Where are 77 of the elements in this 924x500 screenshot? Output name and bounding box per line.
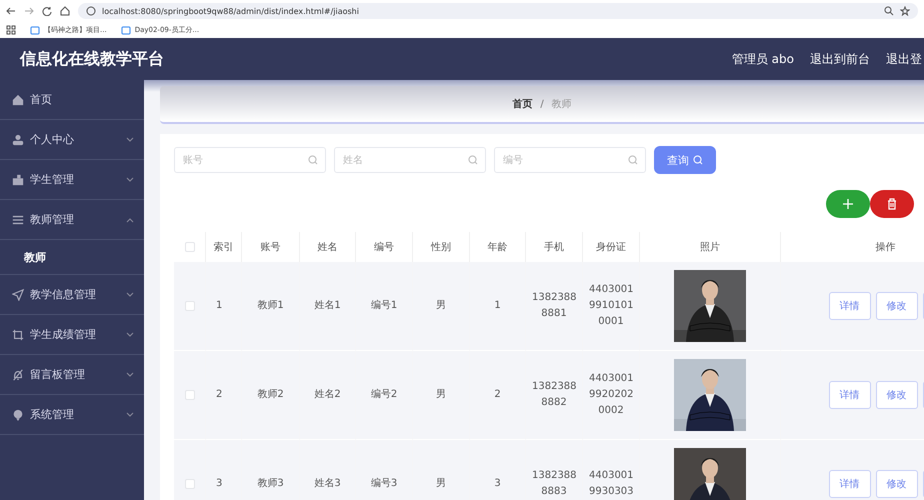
search-field[interactable]: 姓名 — [334, 147, 486, 173]
search-icon — [468, 155, 478, 165]
info-icon[interactable] — [86, 6, 96, 16]
breadcrumb-link[interactable]: 首页 — [512, 97, 532, 111]
table-cell-text: 男 — [436, 477, 446, 491]
chevron-icon — [126, 372, 134, 378]
table-cell-text: 姓名1 — [314, 299, 341, 313]
breadcrumb-separator: / — [540, 98, 544, 110]
table-cell-text: 姓名3 — [314, 477, 341, 491]
table-cell-text: 2 — [216, 388, 222, 402]
action-button[interactable]: 修改 — [876, 292, 918, 320]
briefcase-icon — [12, 174, 24, 186]
action-button[interactable]: 修改 — [876, 470, 918, 498]
search-field[interactable]: 账号 — [174, 147, 326, 173]
send-icon — [12, 288, 24, 300]
table-cell-text: 1382388 8883 — [532, 469, 576, 499]
delete-button[interactable] — [870, 190, 914, 218]
back-icon[interactable] — [6, 6, 16, 16]
table-cell-text: 4403001 9910101 0001 — [589, 283, 633, 329]
star-icon[interactable] — [900, 6, 910, 16]
menu-icon — [12, 214, 24, 226]
checkbox[interactable] — [184, 301, 194, 311]
table-cell-text: 教师1 — [257, 299, 284, 313]
table-cell-text: 男 — [436, 388, 446, 402]
plus-icon — [842, 198, 854, 210]
action-button[interactable]: 详情 — [828, 381, 870, 409]
bell-icon — [12, 368, 24, 380]
chevron-icon — [126, 292, 134, 298]
table-cell-text: 编号1 — [370, 298, 398, 313]
apps-icon[interactable] — [6, 25, 16, 35]
table-cell-text: 1382388 8881 — [532, 291, 576, 321]
action-button[interactable]: 详情 — [828, 292, 870, 320]
add-button[interactable] — [826, 190, 870, 218]
table-cell-text: 1 — [216, 299, 222, 313]
search-field[interactable]: 编号 — [494, 147, 646, 173]
trash-icon — [887, 198, 897, 210]
home-icon[interactable] — [60, 6, 70, 16]
table-cell-text: 男 — [436, 299, 446, 313]
home-icon — [12, 94, 24, 106]
search-icon — [308, 155, 318, 165]
pin-icon — [12, 408, 24, 420]
breadcrumb-current: 教师 — [552, 98, 572, 111]
table-cell-text: 编号2 — [370, 388, 398, 402]
address-bar[interactable]: localhost:8080/springboot9qw88/admin/dist/index.html#/jiaoshi — [78, 3, 918, 19]
checkbox[interactable] — [184, 479, 194, 489]
table-cell-text: 姓名2 — [314, 388, 341, 402]
tv-icon — [30, 25, 40, 35]
app-title: 信息化在线教学平台 — [20, 48, 165, 70]
header-link[interactable]: 退出到前台 — [810, 50, 870, 68]
checkbox[interactable] — [184, 242, 194, 252]
table-cell-text: 1382388 8882 — [532, 380, 576, 410]
user-icon — [12, 134, 24, 146]
chevron-icon — [126, 136, 134, 142]
tv-icon — [120, 25, 131, 35]
table-cell-text: 3 — [494, 477, 501, 491]
table-cell-text: 教师3 — [257, 477, 284, 491]
action-button[interactable]: 修改 — [876, 381, 918, 409]
reload-icon[interactable] — [42, 6, 52, 16]
header-link[interactable]: 退出登 — [886, 50, 922, 68]
table-cell-text: 3 — [216, 477, 222, 491]
table-cell-text: 编号3 — [370, 476, 398, 491]
search-icon — [693, 155, 703, 165]
table-cell-text: 4403001 9920202 0002 — [589, 372, 633, 418]
chevron-icon — [126, 332, 134, 338]
action-button[interactable]: 详情 — [828, 470, 870, 498]
table-cell-text: 4403001 9930303 — [589, 469, 633, 499]
table-cell-text: 2 — [494, 388, 501, 402]
table-cell-text: 1 — [494, 299, 501, 313]
chevron-icon — [126, 216, 134, 222]
chevron-icon — [126, 176, 134, 182]
chevron-icon — [126, 412, 134, 418]
table-cell-text: 教师2 — [257, 388, 284, 402]
search-icon — [628, 155, 638, 165]
header-link[interactable]: 管理员 abo — [732, 50, 794, 68]
checkbox[interactable] — [184, 390, 194, 400]
crop-icon — [12, 328, 24, 340]
zoom-icon[interactable] — [884, 6, 894, 16]
